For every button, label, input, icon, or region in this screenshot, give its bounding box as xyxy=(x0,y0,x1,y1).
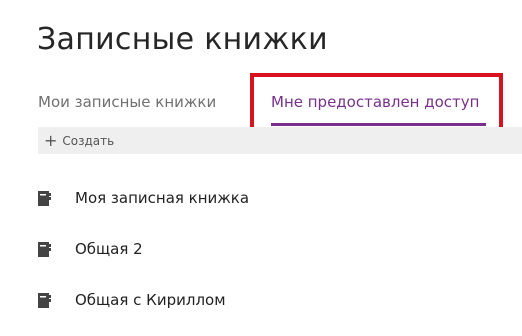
notebook-label: Моя записная книжка xyxy=(75,189,250,207)
notebook-item[interactable]: Моя записная книжка xyxy=(38,185,249,211)
notebook-icon xyxy=(38,292,51,308)
page-title: Записные книжки xyxy=(37,22,328,57)
toolbar: + Создать xyxy=(38,127,522,154)
notebook-item[interactable]: Общая 2 xyxy=(38,236,143,262)
notebooks-page: Записные книжки Мои записные книжки Мне … xyxy=(0,0,522,336)
notebook-label: Общая с Кириллом xyxy=(75,291,226,309)
plus-icon: + xyxy=(44,130,58,150)
notebook-icon xyxy=(38,190,51,206)
notebook-icon xyxy=(38,241,51,257)
notebook-label: Общая 2 xyxy=(75,240,143,258)
create-button[interactable]: + Создать xyxy=(44,131,114,150)
tab-my-notebooks[interactable]: Мои записные книжки xyxy=(38,92,216,112)
create-button-label: Создать xyxy=(62,133,115,148)
notebook-item[interactable]: Общая с Кириллом xyxy=(38,287,226,313)
